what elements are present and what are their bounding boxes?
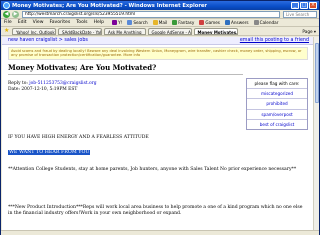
- page-menu[interactable]: Page ▾: [302, 29, 316, 34]
- toolbar-search-label: Search: [133, 20, 148, 25]
- games-icon: [199, 20, 205, 25]
- tab-saddbackdate[interactable]: SAddBackDate - Yahoo...: [58, 27, 102, 35]
- scam-warning: Avoid scams and fraud by dealing locally…: [8, 47, 308, 60]
- highlighted-text: WE WANT TO HEAR FROM YOU: [8, 150, 91, 155]
- menu-help[interactable]: Help: [94, 20, 104, 25]
- toolbar-yahoo[interactable]: Y!: [112, 20, 122, 25]
- navigation-bar: ◀ ▶ http://westmarch.craigslist.org/sls/…: [1, 10, 319, 19]
- flag-heading: please flag with care:: [247, 79, 307, 90]
- email-friend-link[interactable]: email this posting to a friend: [240, 38, 309, 43]
- post-line-attention: **Attention College Students, stay at ho…: [8, 167, 297, 172]
- search-icon: [127, 20, 133, 25]
- toolbar-yahoo-label: Y!: [118, 20, 123, 25]
- toolbar-search[interactable]: Search: [127, 20, 148, 25]
- search-input[interactable]: Live Search: [283, 10, 317, 18]
- menu-bar: File Edit View Favorites Tools Help Y! S…: [1, 19, 319, 27]
- toolbar-fantasy-label: Fantasy: [178, 20, 195, 25]
- browser-window: Money Motivates; Are You Motivated? - Wi…: [0, 0, 320, 235]
- maximize-button[interactable]: □: [300, 2, 308, 9]
- toolbar-mail-label: Mail: [158, 20, 168, 25]
- post-line-product: ***New Product Introduction***Reps will …: [8, 205, 303, 216]
- status-bar: [1, 230, 319, 235]
- breadcrumb-site-link[interactable]: new haven craigslist: [8, 38, 57, 43]
- page-title: Money Motivates; Are You Motivated?: [8, 63, 157, 72]
- tab-yahoo[interactable]: Yahoo! Inc. Outlook ...: [12, 27, 56, 35]
- toolbar-answers[interactable]: Answers: [225, 20, 249, 25]
- post-line-energy: IF YOU HAVE HIGH ENERGY AND A FEARLESS A…: [8, 135, 149, 140]
- vertical-scrollbar[interactable]: [313, 37, 319, 230]
- reply-line: Reply to: job-511253753@craigslist.org: [8, 81, 97, 86]
- window-title: Money Motivates; Are You Motivated? - Wi…: [12, 2, 207, 9]
- flag-spam-link[interactable]: spam/overpost: [247, 110, 307, 120]
- close-button[interactable]: ×: [309, 2, 317, 9]
- ie-icon: [3, 2, 10, 9]
- forward-button[interactable]: ▶: [12, 10, 19, 18]
- flag-best-of-link[interactable]: best of craigslist: [247, 120, 307, 130]
- toolbar-games-label: Games: [205, 20, 220, 25]
- post-date: Date: 2007-12-10, 5:19PM EST: [8, 87, 78, 92]
- menu-view[interactable]: View: [33, 20, 44, 25]
- breadcrumb-links: new haven craigslist > sales jobs: [8, 38, 88, 43]
- mail-icon: [152, 20, 158, 25]
- calendar-icon: [253, 20, 259, 25]
- flag-box: please flag with care: miscategorized pr…: [246, 78, 308, 130]
- toolbar-games[interactable]: Games: [199, 20, 220, 25]
- tab-ask-me-anything[interactable]: Ask Me Anything: [104, 27, 146, 35]
- menu-edit[interactable]: Edit: [18, 20, 27, 25]
- flag-miscategorized-link[interactable]: miscategorized: [247, 89, 307, 100]
- toolbar-mail[interactable]: Mail: [152, 20, 168, 25]
- address-bar[interactable]: http://westmarch.craigslist.org/sls/5239…: [22, 10, 280, 18]
- menu-tools[interactable]: Tools: [76, 20, 87, 25]
- toolbar-calendar-label: Calendar: [259, 20, 279, 25]
- toolbar-calendar[interactable]: Calendar: [253, 20, 279, 25]
- window-controls: _ □ ×: [291, 2, 317, 9]
- reply-label: Reply to:: [8, 81, 28, 86]
- menu-favorites[interactable]: Favorites: [50, 20, 71, 25]
- tab-bar: ★ Yahoo! Inc. Outlook ... SAddBackDate -…: [1, 27, 319, 36]
- fantasy-icon: [172, 20, 178, 25]
- back-button[interactable]: ◀: [3, 10, 10, 18]
- answers-icon: [225, 20, 230, 25]
- breadcrumb-section-link[interactable]: sales jobs: [64, 38, 88, 43]
- title-divider: [8, 74, 243, 75]
- page-content: new haven craigslist > sales jobs email …: [2, 37, 313, 230]
- tab-money-motivates[interactable]: Money Motivates...: [193, 27, 238, 35]
- menu-file[interactable]: File: [4, 20, 12, 25]
- reply-email-link[interactable]: job-511253753@craigslist.org: [29, 81, 96, 86]
- favorites-star-icon[interactable]: ★: [4, 28, 10, 34]
- tab-google-adsense[interactable]: Google AdSense - A...: [147, 27, 192, 35]
- breadcrumb: new haven craigslist > sales jobs email …: [2, 37, 313, 45]
- minimize-button[interactable]: _: [291, 2, 299, 9]
- toolbar-fantasy[interactable]: Fantasy: [172, 20, 194, 25]
- toolbar-answers-label: Answers: [231, 20, 249, 25]
- flag-prohibited-link[interactable]: prohibited: [247, 99, 307, 110]
- yahoo-icon: [112, 20, 118, 25]
- title-bar: Money Motivates; Are You Motivated? - Wi…: [1, 1, 319, 10]
- scrollbar-thumb[interactable]: [315, 43, 319, 103]
